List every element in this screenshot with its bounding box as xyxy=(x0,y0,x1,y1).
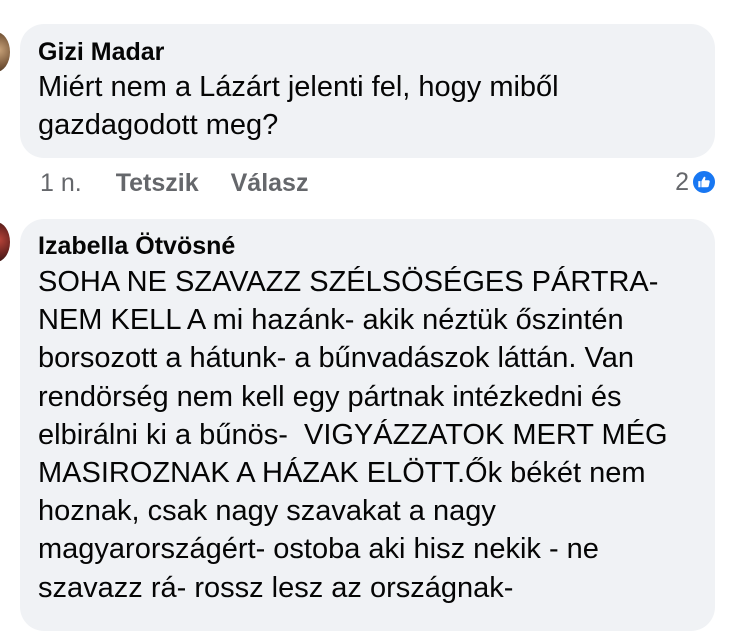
comment-text: SOHA NE SZAVAZZ SZÉLSÖSÉGES PÁRTRA- NEM … xyxy=(38,266,668,604)
reaction-summary[interactable]: 2 xyxy=(675,167,717,197)
comment-text: Miért nem a Lázárt jelenti fel, hogy mib… xyxy=(38,71,559,141)
thumbs-up-icon xyxy=(691,169,717,195)
like-button[interactable]: Tetszik xyxy=(116,169,199,198)
comment-bubble: Izabella Ötvösné SOHA NE SZAVAZZ SZÉLSÖS… xyxy=(20,219,715,631)
reaction-count: 2 xyxy=(675,167,689,196)
reply-button[interactable]: Válasz xyxy=(231,169,309,198)
comment-time[interactable]: 1 n. xyxy=(40,169,82,198)
avatar[interactable] xyxy=(0,222,10,262)
comment-bubble: Gizi Madar Miért nem a Lázárt jelenti fe… xyxy=(20,24,715,158)
comment-author[interactable]: Gizi Madar xyxy=(38,36,697,68)
comment-actions: 1 n. Tetszik Válasz xyxy=(40,167,340,199)
avatar[interactable] xyxy=(0,32,10,72)
comment-author[interactable]: Izabella Ötvösné xyxy=(38,230,697,262)
